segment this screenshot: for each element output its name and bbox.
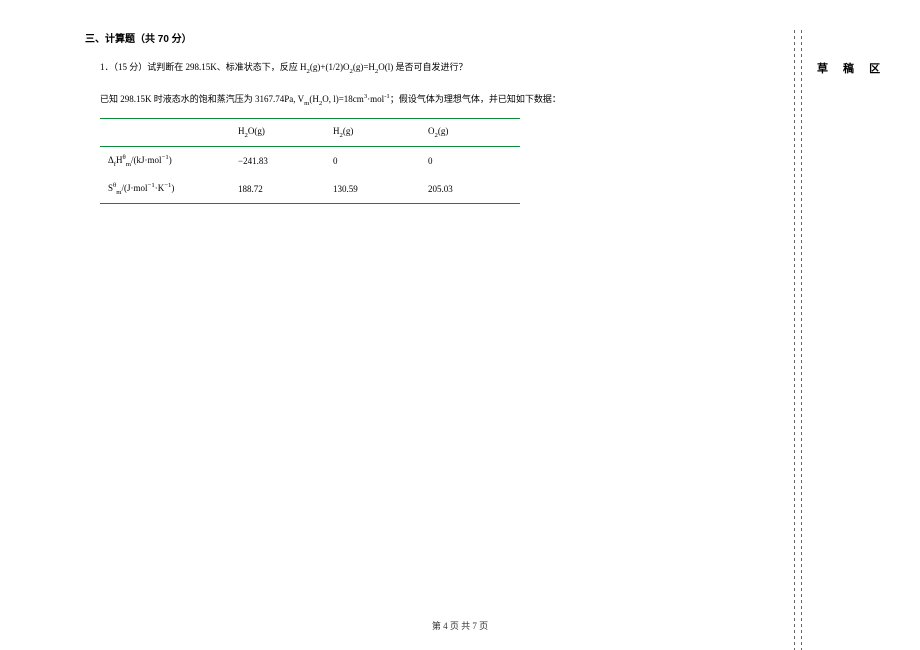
- r1-usuf: ): [169, 155, 172, 165]
- q2-mid3: ·mol: [367, 94, 384, 104]
- row2-v3: 205.03: [420, 175, 520, 203]
- q1-prefix: 1．（15 分）试判断在 298.15K、标准状态下，反应 H: [100, 62, 307, 72]
- row1-v2: 0: [325, 147, 420, 175]
- question-line-2: 已知 298.15K 时液态水的饱和蒸汽压为 3167.74Pa, Vm(H2O…: [100, 91, 771, 111]
- page-container: 三、计算题（共 70 分） 1．（15 分）试判断在 298.15K、标准状态下…: [0, 0, 920, 650]
- q2-mid2: O, l)=18cm: [322, 94, 364, 104]
- page-footer: 第 4 页 共 7 页: [0, 619, 920, 632]
- question-block: 1．（15 分）试判断在 298.15K、标准状态下，反应 H2(g)+(1/2…: [100, 59, 771, 110]
- th-h2o-suf: O(g): [248, 126, 265, 136]
- table-header-row: H2O(g) H2(g) O2(g): [100, 119, 520, 147]
- table-row: ΔfHθm/(kJ·mol−1) −241.83 0 0: [100, 147, 520, 175]
- r1-usup: −1: [162, 154, 169, 161]
- q2-prefix: 已知 298.15K 时液态水的饱和蒸汽压为 3167.74Pa, V: [100, 94, 304, 104]
- data-table: H2O(g) H2(g) O2(g) ΔfHθm/(kJ·mol−1) −241…: [100, 118, 520, 203]
- vertical-divider: [801, 30, 802, 650]
- table-row: Sθm/(J·mol−1·K−1) 188.72 130.59 205.03: [100, 175, 520, 203]
- th-blank: [100, 119, 230, 147]
- r2-umid: ·K: [155, 183, 165, 193]
- th-h2: H2(g): [325, 119, 420, 147]
- row1-v1: −241.83: [230, 147, 325, 175]
- r2-upre: /(J·mol: [122, 183, 148, 193]
- q2-suffix: ；假设气体为理想气体，并已知如下数据：: [390, 94, 561, 104]
- q1-mid1: (g)+(1/2)O: [310, 62, 350, 72]
- row2-v1: 188.72: [230, 175, 325, 203]
- r2-usuf: ): [171, 183, 174, 193]
- main-content: 三、计算题（共 70 分） 1．（15 分）试判断在 298.15K、标准状态下…: [0, 30, 791, 650]
- row2-label: Sθm/(J·mol−1·K−1): [100, 175, 230, 203]
- vertical-divider: [794, 30, 795, 650]
- draft-sidebar: 草 稿 区: [805, 30, 920, 650]
- th-o2: O2(g): [420, 119, 520, 147]
- q2-mid1: (H: [309, 94, 319, 104]
- r2-usup1: −1: [148, 182, 155, 189]
- q1-suffix: O(l) 是否可自发进行？: [378, 62, 467, 72]
- question-line-1: 1．（15 分）试判断在 298.15K、标准状态下，反应 H2(g)+(1/2…: [100, 59, 771, 79]
- th-h2-suf: (g): [343, 126, 354, 136]
- th-o2-suf: (g): [438, 126, 449, 136]
- row2-v2: 130.59: [325, 175, 420, 203]
- th-h2o: H2O(g): [230, 119, 325, 147]
- section-title: 三、计算题（共 70 分）: [85, 30, 771, 45]
- row1-v3: 0: [420, 147, 520, 175]
- draft-area-title: 草 稿 区: [817, 60, 910, 76]
- r1-upre: /(kJ·mol: [131, 155, 162, 165]
- row1-label: ΔfHθm/(kJ·mol−1): [100, 147, 230, 175]
- q1-mid2: (g)=H: [353, 62, 375, 72]
